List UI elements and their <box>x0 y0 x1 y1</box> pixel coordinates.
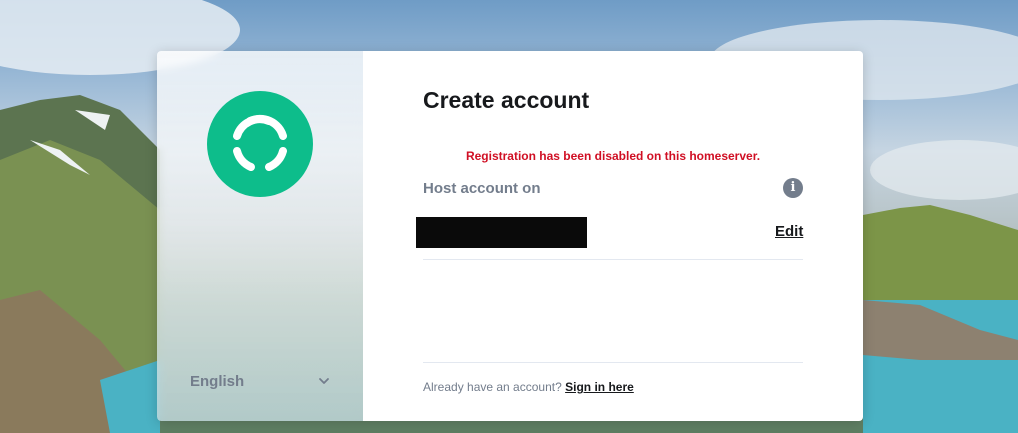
info-icon[interactable]: i <box>783 178 803 198</box>
footer-prompt-text: Already have an account? <box>423 380 562 394</box>
auth-main: Create account Registration has been dis… <box>363 51 863 421</box>
divider <box>423 362 803 363</box>
host-account-label: Host account on <box>423 180 541 197</box>
chevron-down-icon <box>319 378 329 384</box>
element-logo-icon <box>207 91 313 197</box>
page-title: Create account <box>423 87 590 113</box>
sign-in-link[interactable]: Sign in here <box>565 380 634 394</box>
auth-sidebar: English <box>157 51 363 421</box>
error-message: Registration has been disabled on this h… <box>465 149 761 163</box>
divider <box>423 259 803 260</box>
language-label: English <box>190 372 245 390</box>
language-selector[interactable]: English <box>190 371 330 391</box>
edit-server-button[interactable]: Edit <box>775 223 803 240</box>
auth-card: English Create account Registration has … <box>157 51 863 421</box>
server-name-redacted <box>416 217 587 248</box>
footer-prompt: Already have an account? Sign in here <box>423 380 634 394</box>
